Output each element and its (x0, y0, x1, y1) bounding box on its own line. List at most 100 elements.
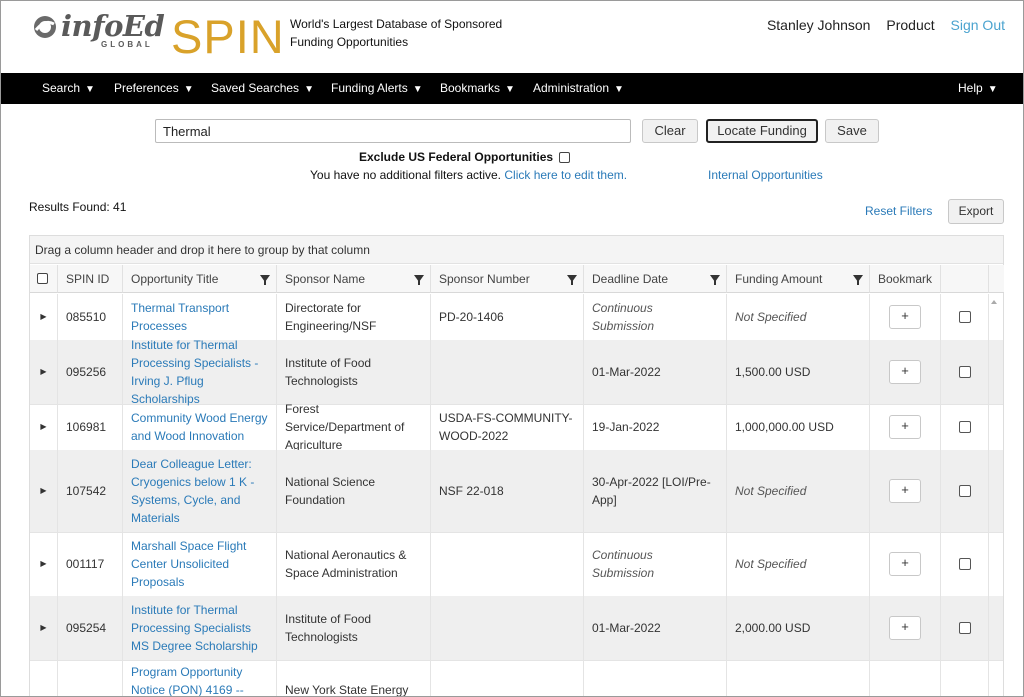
cell-deadline-date-text: 30-Apr-2022 [LOI/Pre-App] (592, 475, 711, 507)
cell-sponsor-number-text: USDA-FS-COMMUNITY-WOOD-2022 (439, 411, 573, 443)
edit-filters-link[interactable]: Click here to edit them. (504, 168, 627, 182)
expand-row-icon[interactable]: ▶ (30, 532, 58, 596)
add-bookmark-button[interactable]: + (889, 305, 921, 329)
select-all-checkbox[interactable] (37, 273, 48, 284)
col-funding-amount[interactable]: Funding Amount (727, 265, 870, 293)
search-input[interactable] (155, 119, 631, 143)
cell-opportunity-title[interactable]: Institute for Thermal Processing Special… (123, 596, 277, 660)
caret-down-icon: ▼ (85, 84, 95, 95)
table-row[interactable]: ▶ 107542 Dear Colleague Letter: Cryogenics… (30, 450, 1003, 533)
row-select-checkbox[interactable] (958, 558, 971, 570)
cell-sponsor-number (431, 340, 584, 404)
cell-opportunity-title-text[interactable]: Institute for Thermal Processing Special… (131, 336, 268, 408)
clear-button[interactable]: Clear (642, 119, 698, 143)
add-bookmark-button[interactable]: + (889, 479, 921, 503)
row-select-checkbox[interactable] (958, 421, 971, 433)
row-select-checkbox[interactable] (958, 366, 971, 378)
cell-opportunity-title[interactable]: Dear Colleague Letter: Cryogenics below … (123, 450, 277, 532)
cell-bookmark: + (870, 294, 941, 340)
table-row[interactable]: ▶ 001117 Marshall Space Flight Center Unso… (30, 532, 1003, 597)
cell-sponsor-number: USDA-FS-COMMUNITY-WOOD-2022 (431, 404, 584, 450)
expand-row-icon[interactable]: ▶ (30, 450, 58, 532)
table-row[interactable]: ▶ 095254 Institute for Thermal Processing … (30, 596, 1003, 661)
scroll-up-arrow-icon[interactable] (991, 300, 997, 304)
results-grid: Drag a column header and drop it here to… (29, 235, 1004, 696)
caret-down-icon: ▼ (987, 84, 998, 95)
cell-select (941, 532, 989, 596)
export-button[interactable]: Export (948, 199, 1004, 224)
filter-icon[interactable] (853, 275, 863, 285)
cell-funding-amount-text: Not Specified (735, 557, 807, 571)
col-deadline-date[interactable]: Deadline Date (584, 265, 727, 293)
col-sponsor-name[interactable]: Sponsor Name (277, 265, 431, 293)
cell-opportunity-title-text[interactable]: Marshall Space Flight Center Unsolicited… (131, 537, 268, 591)
filter-icon[interactable] (567, 275, 577, 285)
cell-opportunity-title[interactable]: Thermal Transport Processes (123, 294, 277, 340)
expand-row-icon[interactable]: ▶ (30, 340, 58, 404)
cell-sponsor-name: Directorate for Engineering/NSF (277, 294, 431, 340)
cell-opportunity-title-text[interactable]: Program Opportunity Notice (PON) 4169 --… (131, 663, 268, 696)
filter-icon[interactable] (414, 275, 424, 285)
cell-opportunity-title-text[interactable]: Community Wood Energy and Wood Innovatio… (131, 409, 268, 445)
table-row[interactable]: ▶ 095256 Institute for Thermal Processing … (30, 338, 1003, 406)
cell-opportunity-title[interactable]: Institute for Thermal Processing Special… (123, 338, 277, 406)
row-select-checkbox[interactable] (958, 311, 971, 323)
add-bookmark-button[interactable]: + (889, 415, 921, 439)
cell-opportunity-title-text[interactable]: Dear Colleague Letter: Cryogenics below … (131, 455, 268, 527)
row-select-checkbox[interactable] (958, 485, 971, 497)
user-name[interactable]: Stanley Johnson (767, 17, 871, 33)
col-spin-id[interactable]: SPIN ID (58, 265, 123, 293)
col-sponsor-number[interactable]: Sponsor Number (431, 265, 584, 293)
table-row[interactable]: ▶ 085510 Thermal Transport Processes Direct… (30, 294, 1003, 341)
locate-funding-button[interactable]: Locate Funding (706, 119, 818, 143)
expand-row-icon[interactable] (30, 660, 58, 696)
add-bookmark-button[interactable]: + (889, 616, 921, 640)
row-select-checkbox[interactable] (958, 622, 971, 634)
filter-icon[interactable] (710, 275, 720, 285)
nav-bookmarks[interactable]: Bookmarks ▼ (440, 73, 515, 104)
add-bookmark-button[interactable]: + (889, 552, 921, 576)
logo-wordmark: infoEd (61, 9, 165, 43)
cell-opportunity-title-text[interactable]: Thermal Transport Processes (131, 299, 268, 335)
cell-sponsor-number (431, 532, 584, 596)
nav-search[interactable]: Search ▼ (42, 73, 95, 104)
add-bookmark-button[interactable]: + (889, 360, 921, 384)
expand-row-icon[interactable]: ▶ (30, 404, 58, 450)
nav-help[interactable]: Help ▼ (958, 73, 998, 104)
exclude-federal-checkbox[interactable] (559, 152, 571, 163)
expand-row-icon[interactable]: ▶ (30, 596, 58, 660)
cell-spin-id: 085510 (58, 294, 123, 340)
table-row[interactable]: Program Opportunity Notice (PON) 4169 --… (30, 660, 1003, 696)
cell-funding-amount: 1,500.00 USD (727, 340, 870, 404)
col-bookmark[interactable]: Bookmark (870, 265, 941, 293)
expand-row-icon[interactable]: ▶ (30, 294, 58, 340)
app-window: infoEd GLOBAL SPIN World's Largest Datab… (0, 0, 1024, 697)
nav-funding-alerts[interactable]: Funding Alerts ▼ (331, 73, 423, 104)
cell-sponsor-number (431, 596, 584, 660)
internal-opportunities-link[interactable]: Internal Opportunities (708, 168, 823, 182)
sign-out-link[interactable]: Sign Out (951, 17, 1005, 33)
cell-opportunity-title[interactable]: Marshall Space Flight Center Unsolicited… (123, 532, 277, 596)
nav-administration[interactable]: Administration ▼ (533, 73, 624, 104)
cell-opportunity-title[interactable]: Community Wood Energy and Wood Innovatio… (123, 404, 277, 450)
filter-icon[interactable] (260, 275, 270, 285)
cell-opportunity-title[interactable]: Program Opportunity Notice (PON) 4169 --… (123, 660, 277, 696)
tagline: World's Largest Database of Sponsored Fu… (290, 17, 503, 49)
infoed-swirl-icon (34, 16, 56, 38)
group-by-drop-area[interactable]: Drag a column header and drop it here to… (30, 236, 1003, 264)
cell-opportunity-title-text[interactable]: Institute for Thermal Processing Special… (131, 601, 268, 655)
main-nav: Search ▼ Preferences ▼ Saved Searches ▼ Fun… (1, 73, 1023, 104)
cell-funding-amount-text: 1,000,000.00 USD (735, 420, 834, 434)
reset-filters-link[interactable]: Reset Filters (865, 204, 932, 218)
cell-spin-id-text: 095254 (66, 621, 107, 635)
cell-sponsor-name: National Science Foundation (277, 450, 431, 532)
nav-preferences[interactable]: Preferences ▼ (114, 73, 194, 104)
col-opportunity-title[interactable]: Opportunity Title (123, 265, 277, 293)
user-area: Stanley Johnson Product Sign Out (755, 17, 1005, 33)
infoed-logo[interactable]: infoEd GLOBAL (33, 9, 165, 53)
cell-deadline-date-text: 01-Mar-2022 (592, 621, 661, 635)
nav-saved-searches[interactable]: Saved Searches ▼ (211, 73, 314, 104)
product-link[interactable]: Product (886, 17, 934, 33)
table-row[interactable]: ▶ 106981 Community Wood Energy and Wood In… (30, 402, 1003, 452)
save-button[interactable]: Save (825, 119, 879, 143)
